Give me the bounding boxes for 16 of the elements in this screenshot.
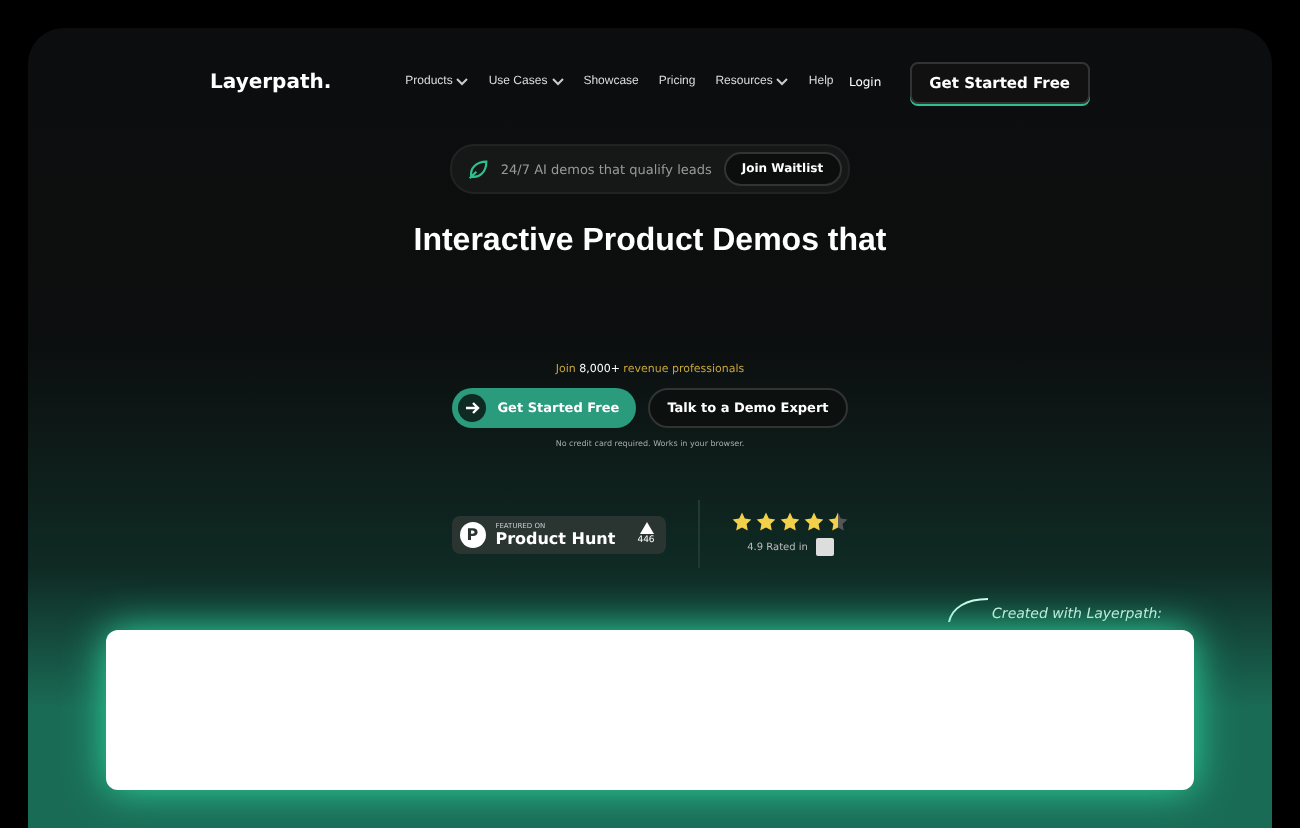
curved-line-icon [948,598,989,622]
star-icon [804,512,825,532]
chevron-down-icon [551,78,564,86]
upvote-icon [639,522,653,534]
hero-title: Interactive Product Demos that [413,224,887,260]
star-icon [780,512,801,532]
chevron-down-icon [776,78,789,86]
logo[interactable]: Layerpath. [210,71,332,93]
product-hunt-label: Product Hunt [495,529,616,547]
chevron-down-icon [456,78,469,86]
star-icon [732,512,753,532]
star-icon [828,512,849,532]
review-site-logo-icon [815,538,834,556]
star-icon [756,512,777,532]
leaf-icon [468,159,489,179]
product-hunt-logo-icon: P [459,521,486,547]
